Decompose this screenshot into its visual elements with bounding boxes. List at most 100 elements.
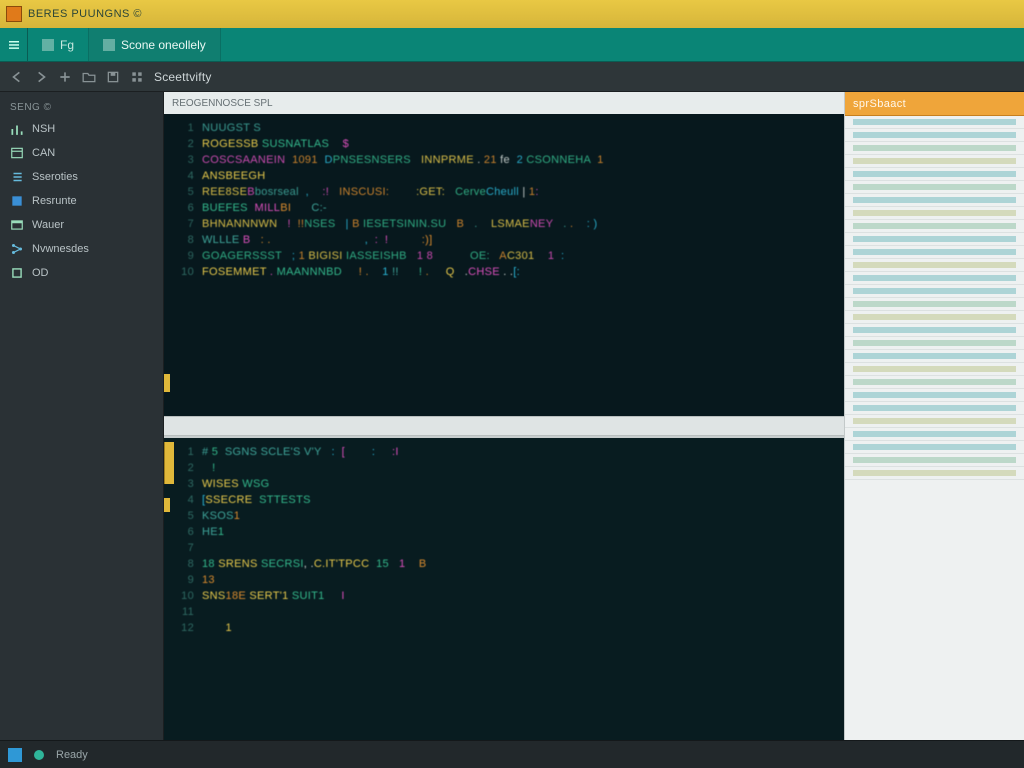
statusbar-app-icon[interactable] (8, 748, 22, 762)
outline-item[interactable] (845, 168, 1024, 181)
sidebar-item-od[interactable]: OD (0, 261, 163, 285)
sidebar-item-label: OD (32, 267, 49, 279)
editor-splitter[interactable] (164, 416, 844, 436)
outline-item[interactable] (845, 415, 1024, 428)
outline-item[interactable] (845, 116, 1024, 129)
outline-item[interactable] (845, 337, 1024, 350)
editor-pane-bottom[interactable]: 1# 5 SGNS SCLE'S V'Y : [ : :I2 !3WISES W… (164, 436, 844, 740)
sidebar-section-head: SENG © (0, 98, 163, 117)
tree-icon (10, 242, 24, 256)
outline-item[interactable] (845, 467, 1024, 480)
outline-item-bar (853, 275, 1016, 281)
outline-item-bar (853, 223, 1016, 229)
chart-icon (10, 122, 24, 136)
sidebar-section-label: SENG © (10, 102, 52, 113)
outline-item-bar (853, 171, 1016, 177)
outline-item[interactable] (845, 298, 1024, 311)
outline-item[interactable] (845, 233, 1024, 246)
sidebar-item-can[interactable]: CAN (0, 141, 163, 165)
sidebar-item-nvwnesdes[interactable]: Nvwnesdes (0, 237, 163, 261)
outline-item[interactable] (845, 194, 1024, 207)
outline-item[interactable] (845, 311, 1024, 324)
tab-1[interactable]: Scone oneollely (89, 28, 221, 61)
outline-item[interactable] (845, 246, 1024, 259)
sidebar-item-label: Sseroties (32, 171, 78, 183)
outline-item-bar (853, 392, 1016, 398)
folder-icon[interactable] (82, 70, 96, 84)
module-icon (10, 194, 24, 208)
gutter-change-mark (164, 442, 174, 484)
outline-item-bar (853, 379, 1016, 385)
outline-item[interactable] (845, 376, 1024, 389)
outline-item[interactable] (845, 454, 1024, 467)
outline-item-bar (853, 184, 1016, 190)
right-panel-title: sprSbaact (853, 98, 906, 110)
forward-icon[interactable] (34, 70, 48, 84)
outline-item[interactable] (845, 142, 1024, 155)
outline-item[interactable] (845, 129, 1024, 142)
file-icon (103, 39, 115, 51)
statusbar: Ready (0, 740, 1024, 768)
outline-item-bar (853, 366, 1016, 372)
outline-item-bar (853, 236, 1016, 242)
editor-path-strip: REOGENNOSCE SPL (164, 92, 844, 114)
sidebar-item-wauer[interactable]: Wauer (0, 213, 163, 237)
sidebar-item-sseroties[interactable]: Sseroties (0, 165, 163, 189)
outline-item-bar (853, 405, 1016, 411)
outline-item[interactable] (845, 350, 1024, 363)
outline-item[interactable] (845, 441, 1024, 454)
right-panel-list (845, 116, 1024, 740)
menu-icon (8, 39, 20, 51)
outline-item[interactable] (845, 428, 1024, 441)
outline-item[interactable] (845, 402, 1024, 415)
outline-item[interactable] (845, 181, 1024, 194)
sidebar: SENG © NSH CAN Sseroties Resrunte Wauer Nvwne… (0, 92, 164, 740)
outline-item-bar (853, 353, 1016, 359)
tabbar-menu-button[interactable] (0, 28, 28, 61)
outline-item-bar (853, 262, 1016, 268)
save-icon[interactable] (106, 70, 120, 84)
editor-pane-top[interactable]: 1NUUGST S2ROGESSB SUSNATLAS $3COSCSAANEI… (164, 114, 844, 416)
outline-item-bar (853, 444, 1016, 450)
breadcrumb: Sceettvifty (154, 70, 212, 84)
sidebar-item-resrunte[interactable]: Resrunte (0, 189, 163, 213)
editor-path-text: REOGENNOSCE SPL (172, 98, 273, 109)
outline-item[interactable] (845, 220, 1024, 233)
toolbar: Sceettvifty (0, 62, 1024, 92)
outline-item-bar (853, 249, 1016, 255)
outline-item[interactable] (845, 324, 1024, 337)
outline-item[interactable] (845, 207, 1024, 220)
outline-item-bar (853, 457, 1016, 463)
tabbar: Fg Scone oneollely (0, 28, 1024, 62)
outline-item-bar (853, 470, 1016, 476)
outline-item[interactable] (845, 259, 1024, 272)
right-panel: sprSbaact (844, 92, 1024, 740)
outline-item-bar (853, 132, 1016, 138)
outline-item-bar (853, 418, 1016, 424)
back-icon[interactable] (10, 70, 24, 84)
tab-label: Scone oneollely (121, 38, 206, 52)
plus-icon[interactable] (58, 70, 72, 84)
app-icon (6, 6, 22, 22)
list-icon (10, 170, 24, 184)
outline-item-bar (853, 197, 1016, 203)
outline-item[interactable] (845, 285, 1024, 298)
panel-icon (10, 146, 24, 160)
sidebar-item-label: Resrunte (32, 195, 77, 207)
outline-item-bar (853, 314, 1016, 320)
outline-item[interactable] (845, 389, 1024, 402)
outline-item[interactable] (845, 155, 1024, 168)
titlebar-title: BERES PUUNGNS © (28, 8, 142, 20)
window-icon (10, 218, 24, 232)
outline-item-bar (853, 327, 1016, 333)
grid-icon[interactable] (130, 70, 144, 84)
sidebar-item-nsh[interactable]: NSH (0, 117, 163, 141)
outline-item-bar (853, 288, 1016, 294)
tab-0[interactable]: Fg (28, 28, 89, 61)
outline-item[interactable] (845, 363, 1024, 376)
square-icon (10, 266, 24, 280)
outline-item[interactable] (845, 272, 1024, 285)
sidebar-item-label: NSH (32, 123, 55, 135)
sidebar-item-label: Nvwnesdes (32, 243, 89, 255)
tab-label: Fg (60, 38, 74, 52)
